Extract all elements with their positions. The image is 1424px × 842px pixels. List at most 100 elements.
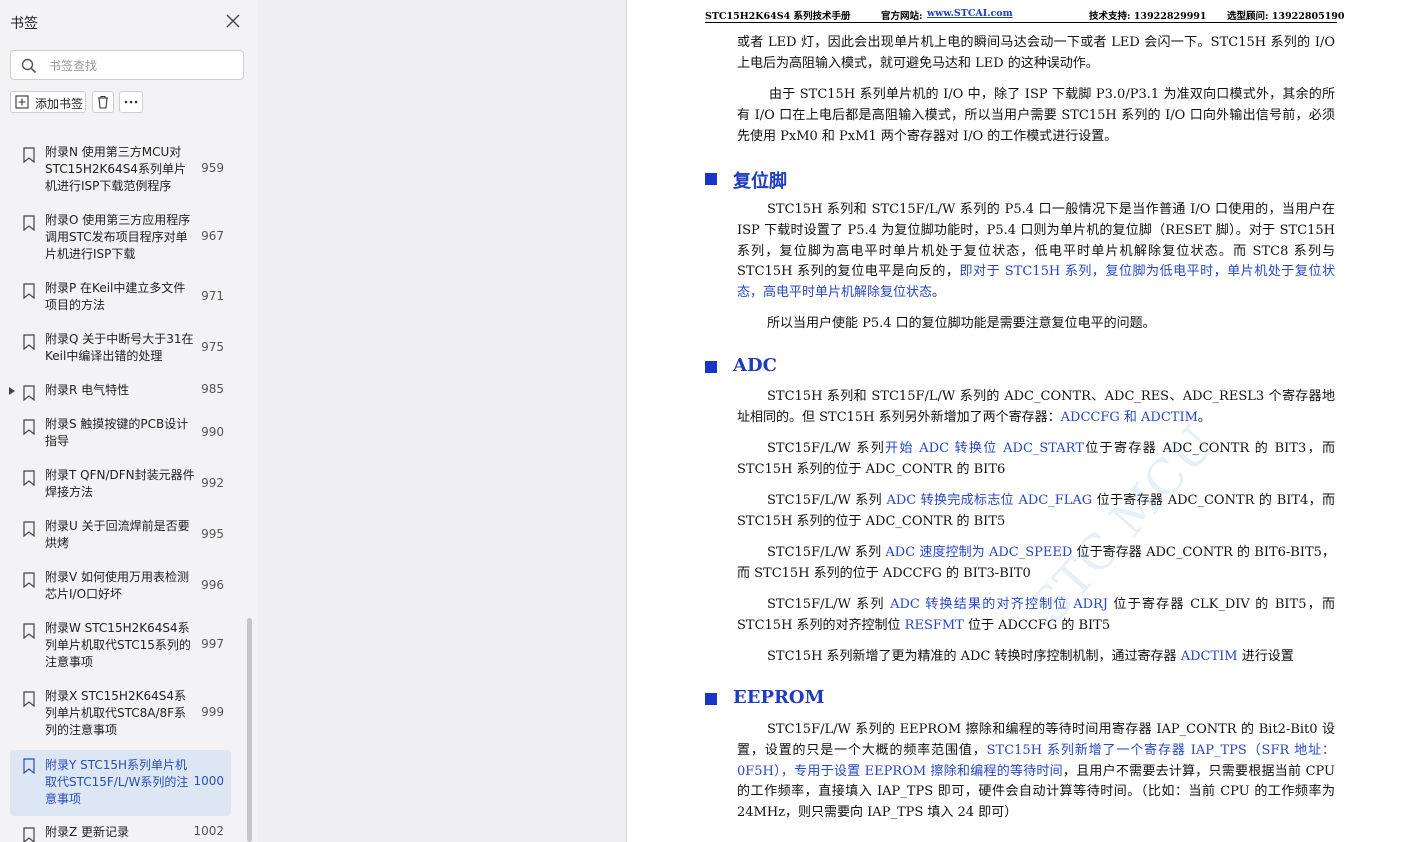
text-run: STC15H 系列和 STC15F/L/W 系列的 ADC_CONTR、ADC_… — [737, 389, 1335, 425]
bookmark-add-icon — [15, 95, 29, 109]
bookmark-icon — [23, 215, 35, 231]
bookmark-item[interactable]: 附录T QFN/DFN封装元器件焊接方法 992 — [10, 467, 231, 503]
bookmark-page: 992 — [201, 476, 224, 490]
bookmark-item[interactable]: 附录N 使用第三方MCU对STC15H2K64S4系列单片机进行ISP下载范例程… — [10, 144, 231, 196]
bookmark-label: 附录V 如何使用万用表检测芯片I/O口好坏 — [45, 570, 190, 601]
page-header: STC15H2K64S4 系列技术手册 官方网站: www.STCAI.com … — [705, 0, 1345, 23]
delete-bookmark-button[interactable] — [92, 91, 114, 113]
paragraph: 所以当用户使能 P5.4 口的复位脚功能是需要注意复位电平的问题。 — [767, 316, 1156, 331]
bookmark-label: 附录O 使用第三方应用程序调用STC发布项目程序对单片机进行ISP下载 — [45, 213, 191, 261]
document-page: STC15H2K64S4 系列技术手册 官方网站: www.STCAI.com … — [626, 0, 1424, 842]
close-icon[interactable] — [224, 12, 242, 30]
bookmark-search-box[interactable] — [10, 50, 244, 80]
bookmark-page: 985 — [201, 382, 224, 396]
trash-icon — [98, 95, 108, 109]
bookmark-item[interactable]: 附录P 在Keil中建立多文件项目的方法 971 — [10, 280, 231, 316]
paragraph: STC15F/L/W 系列 ADC 速度控制为 ADC_SPEED 位于寄存器 … — [737, 543, 1335, 585]
bookmark-item[interactable]: 附录X STC15H2K64S4系列单片机取代STC8A/8F系列的注意事项 9… — [10, 688, 231, 740]
bookmark-page: 995 — [201, 527, 224, 541]
bookmark-label: 附录Y STC15H系列单片机取代STC15F/L/W系列的注意事项 — [45, 758, 189, 806]
text-run: 。 — [1197, 409, 1211, 425]
text-run: STC15F/L/W 系列 — [767, 545, 886, 560]
sidebar-scrollbar[interactable] — [247, 618, 252, 842]
search-icon — [21, 58, 37, 74]
paragraph: 或者 LED 灯，因此会出现单片机上电的瞬间马达会动一下或者 LED 会闪一下。… — [737, 35, 1335, 71]
bookmark-icon — [23, 419, 35, 435]
bookmark-page: 959 — [201, 161, 224, 175]
bookmark-label: 附录W STC15H2K64S4系列单片机取代STC15系列的注意事项 — [45, 621, 191, 669]
highlight-text: 开始 ADC 转换位 ADC_START — [885, 441, 1084, 456]
bookmark-label: 附录U 关于回流焊前是否要烘烤 — [45, 519, 190, 550]
add-bookmark-button[interactable]: 添加书签 — [10, 91, 86, 113]
section-title: ADC — [733, 355, 777, 376]
bookmark-page: 1002 — [193, 824, 224, 838]
bookmark-item[interactable]: 附录S 触摸按键的PCB设计指导 990 — [10, 416, 231, 452]
bookmark-label: 附录Z 更新记录 — [45, 825, 130, 839]
bookmark-page: 997 — [201, 637, 224, 651]
bookmark-item[interactable]: 附录W STC15H2K64S4系列单片机取代STC15系列的注意事项 997 — [10, 620, 231, 672]
bullet-square — [705, 693, 717, 705]
bookmark-page: 971 — [201, 289, 224, 303]
bookmark-icon — [23, 385, 35, 401]
bullet-square — [705, 361, 717, 373]
paragraph: STC15H 系列新增了更为精准的 ADC 转换时序控制机制，通过寄存器 ADC… — [737, 647, 1335, 668]
paragraph: STC15H 系列和 STC15F/L/W 系列的 ADC_CONTR、ADC_… — [737, 387, 1335, 429]
text-run: STC15F/L/W 系列 — [767, 493, 887, 508]
bookmark-item-selected[interactable]: 附录Y STC15H系列单片机取代STC15F/L/W系列的注意事项 1000 — [10, 750, 231, 816]
more-icon — [124, 100, 138, 104]
bookmark-label: 附录Q 关于中断号大于31在Keil中编译出错的处理 — [45, 332, 194, 363]
section-title: 复位脚 — [733, 171, 787, 192]
bullet-square — [705, 173, 717, 185]
bookmark-icon — [23, 334, 35, 350]
paragraph: STC15F/L/W 系列 ADC 转换完成标志位 ADC_FLAG 位于寄存器… — [737, 491, 1335, 533]
paragraph: 由于 STC15H 系列单片机的 I/O 中，除了 ISP 下载脚 P3.0/P… — [737, 87, 1335, 144]
bookmark-label: 附录N 使用第三方MCU对STC15H2K64S4系列单片机进行ISP下载范例程… — [45, 145, 186, 193]
bookmark-label: 附录S 触摸按键的PCB设计指导 — [45, 417, 189, 448]
text-run: 。 — [932, 285, 946, 301]
header-site-label: 官方网站: — [881, 11, 923, 22]
bookmark-page: 975 — [201, 340, 224, 354]
text-run: 进行设置 — [1237, 649, 1294, 664]
bookmark-icon — [23, 691, 35, 707]
bookmark-page: 1000 — [193, 774, 224, 788]
bookmark-item[interactable]: 附录U 关于回流焊前是否要烘烤 995 — [10, 518, 231, 554]
bookmark-item[interactable]: 附录Q 关于中断号大于31在Keil中编译出错的处理 975 — [10, 331, 231, 367]
expand-arrow-icon[interactable] — [9, 387, 15, 395]
paragraph: STC15H 系列和 STC15F/L/W 系列的 P5.4 口一般情况下是当作… — [737, 200, 1335, 304]
header-support: 技术支持: 13922829991 — [1089, 11, 1207, 22]
bookmark-icon — [23, 283, 35, 299]
bookmark-label: 附录X STC15H2K64S4系列单片机取代STC8A/8F系列的注意事项 — [45, 689, 187, 737]
paragraph: STC15F/L/W 系列 ADC 转换结果的对齐控制位 ADRJ 位于寄存器 … — [737, 595, 1335, 637]
bookmark-page: 990 — [201, 425, 224, 439]
text-run: STC15F/L/W 系列 — [767, 597, 891, 612]
highlight-text: ADCCFG 和 ADCTIM — [1060, 409, 1198, 425]
bookmark-page: 996 — [201, 578, 224, 592]
highlight-text: ADC 速度控制为 ADC_SPEED — [885, 545, 1073, 560]
bookmark-item[interactable]: 附录Z 更新记录 1002 — [10, 824, 231, 842]
bookmark-icon — [23, 521, 35, 537]
bookmark-label: 附录P 在Keil中建立多文件项目的方法 — [45, 281, 186, 312]
bookmark-label: 附录R 电气特性 — [45, 383, 130, 397]
header-manual-title: STC15H2K64S4 系列技术手册 — [705, 11, 851, 22]
paragraph: STC15F/L/W 系列开始 ADC 转换位 ADC_START位于寄存器 A… — [737, 439, 1335, 481]
highlight-text: ADCTIM — [1180, 649, 1238, 664]
bookmark-search-input[interactable] — [47, 56, 241, 76]
highlight-text: RESFMT — [904, 617, 964, 633]
header-consult: 选型顾问: 13922805190 — [1227, 11, 1345, 22]
bookmark-item[interactable]: 附录O 使用第三方应用程序调用STC发布项目程序对单片机进行ISP下载 967 — [10, 212, 231, 264]
bookmark-icon — [23, 147, 35, 163]
bookmark-icon — [23, 827, 35, 842]
text-run: STC15H 系列新增了更为精准的 ADC 转换时序控制机制，通过寄存器 — [767, 649, 1181, 664]
section-title: EEPROM — [733, 687, 825, 708]
bookmark-icon — [23, 758, 35, 774]
text-run: 位于 ADCCFG 的 BIT5 — [963, 617, 1111, 633]
bookmark-page: 999 — [201, 705, 224, 719]
bookmark-icon — [23, 470, 35, 486]
text-run: STC15F/L/W 系列 — [767, 441, 886, 456]
bookmarks-sidebar: 书签 添加书签 附录N 使用第三方MCU对STC15H2K64S4系列单片机进行… — [0, 0, 259, 842]
header-site-link[interactable]: www.STCAI.com — [927, 8, 1013, 19]
bookmark-item[interactable]: 附录R 电气特性 985 — [9, 382, 231, 402]
highlight-text: ADC 转换完成标志位 ADC_FLAG — [886, 493, 1093, 508]
bookmark-item[interactable]: 附录V 如何使用万用表检测芯片I/O口好坏 996 — [10, 569, 231, 605]
more-options-button[interactable] — [119, 91, 143, 113]
